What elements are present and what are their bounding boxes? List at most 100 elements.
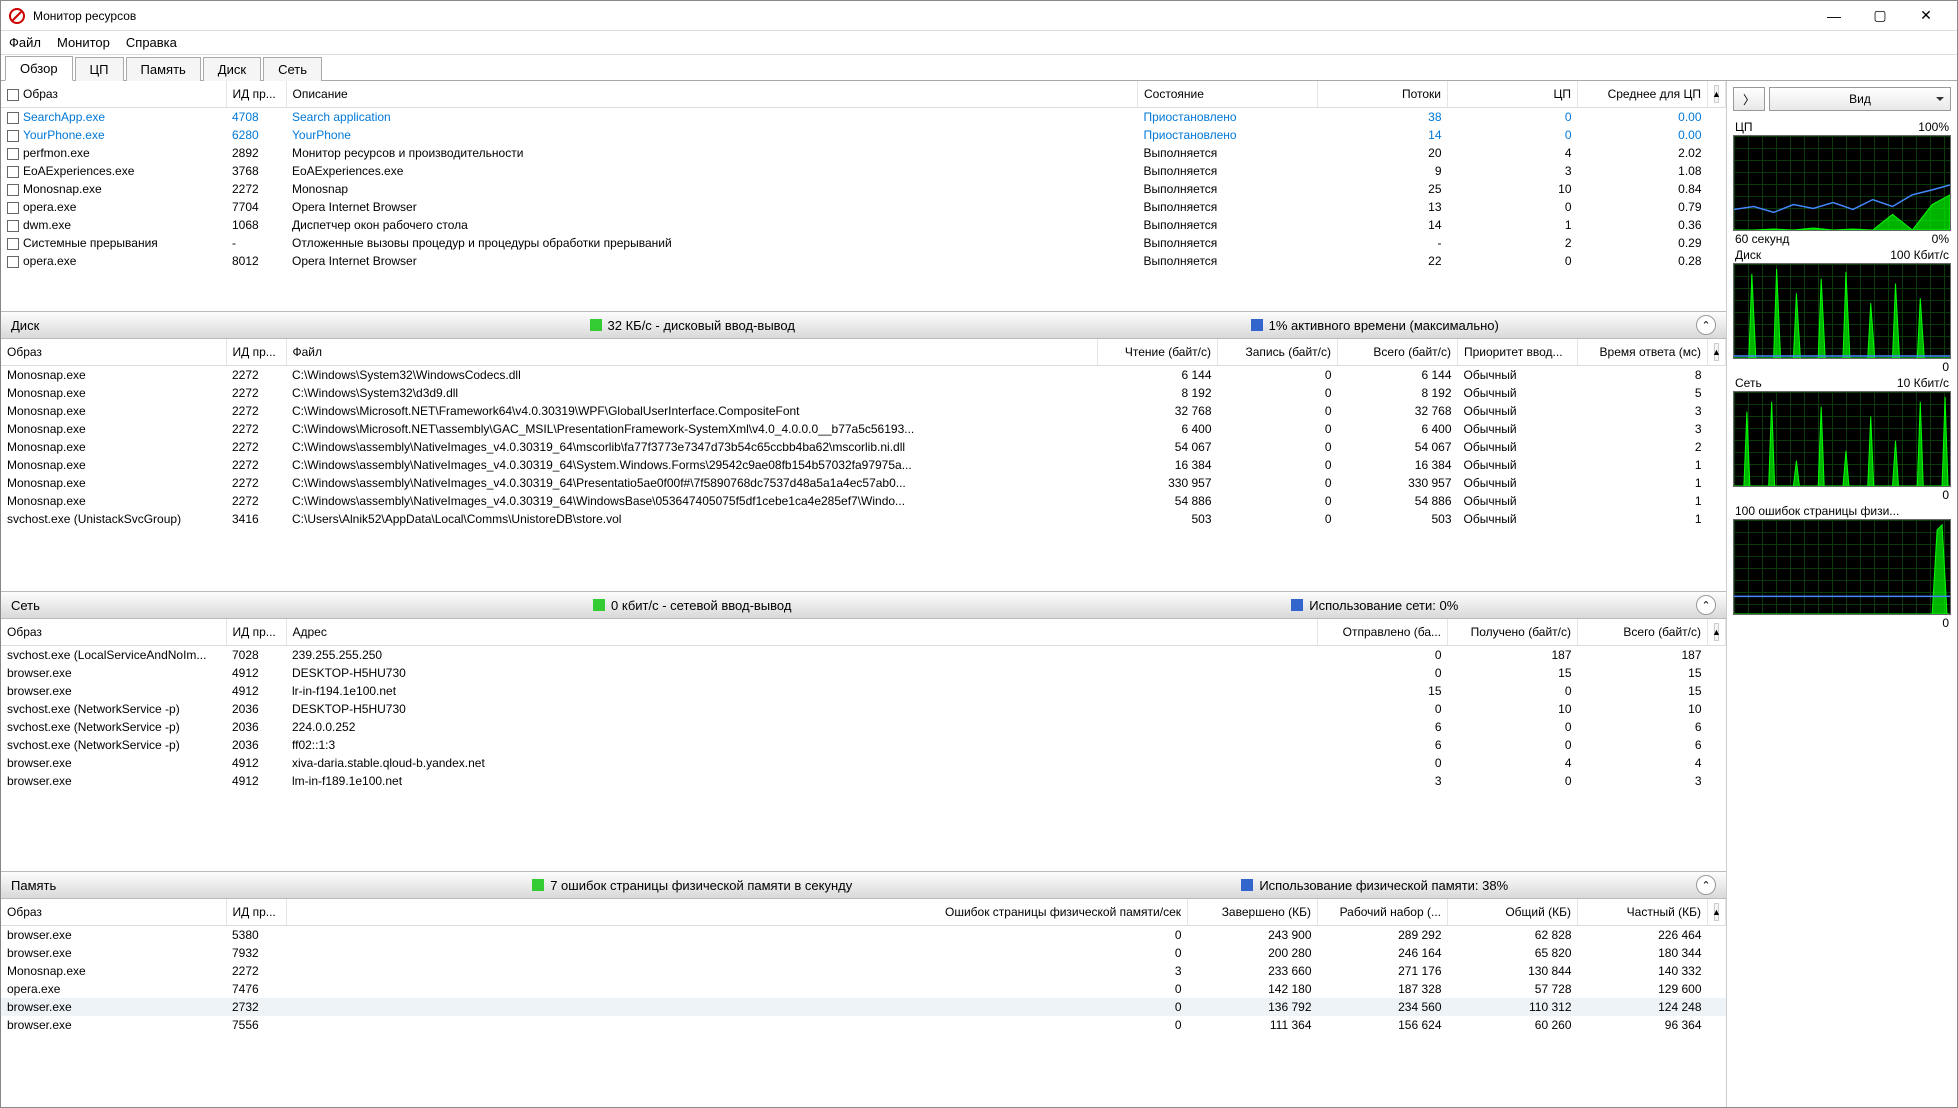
scroll-up-icon[interactable]: ▲ xyxy=(1714,85,1719,103)
col-pid[interactable]: ИД пр... xyxy=(226,899,286,926)
table-row[interactable]: browser.exe4912DESKTOP-H5HU73001515 xyxy=(1,664,1726,682)
col-desc[interactable]: Описание xyxy=(286,81,1138,108)
table-row[interactable]: browser.exe75560111 364156 62460 26096 3… xyxy=(1,1016,1726,1034)
table-row[interactable]: browser.exe4912lm-in-f189.1e100.net303 xyxy=(1,772,1726,790)
col-image[interactable]: Образ xyxy=(1,339,226,366)
scroll-up-icon[interactable]: ▲ xyxy=(1714,343,1719,361)
table-row[interactable]: Monosnap.exe2272C:\Windows\assembly\Nati… xyxy=(1,474,1726,492)
table-row[interactable]: Monosnap.exe2272C:\Windows\System32\Wind… xyxy=(1,366,1726,385)
col-read[interactable]: Чтение (байт/с) xyxy=(1098,339,1218,366)
table-row[interactable]: Monosnap.exe2272MonosnapВыполняется25100… xyxy=(1,180,1726,198)
maximize-button[interactable]: ▢ xyxy=(1857,1,1903,31)
table-row[interactable]: Monosnap.exe2272C:\Windows\assembly\Nati… xyxy=(1,492,1726,510)
col-private[interactable]: Частный (КБ) xyxy=(1578,899,1708,926)
col-commit[interactable]: Завершено (КБ) xyxy=(1188,899,1318,926)
collapse-icon[interactable]: ⌃ xyxy=(1696,875,1716,895)
table-row[interactable]: svchost.exe (UnistackSvcGroup)3416C:\Use… xyxy=(1,510,1726,528)
checkbox-all[interactable] xyxy=(7,89,19,101)
tab-cpu[interactable]: ЦП xyxy=(75,57,124,81)
table-row[interactable]: Monosnap.exe2272C:\Windows\assembly\Nati… xyxy=(1,456,1726,474)
collapse-icon[interactable]: ⌃ xyxy=(1696,595,1716,615)
minimize-button[interactable]: — xyxy=(1811,1,1857,31)
cpu-header-row[interactable]: Образ ИД пр... Описание Состояние Потоки… xyxy=(1,81,1726,108)
col-pid[interactable]: ИД пр... xyxy=(226,339,286,366)
table-row[interactable]: EoAExperiences.exe3768EoAExperiences.exe… xyxy=(1,162,1726,180)
menu-help[interactable]: Справка xyxy=(126,35,177,50)
network-grid[interactable]: Образ ИД пр... Адрес Отправлено (ба... П… xyxy=(1,619,1726,871)
col-file[interactable]: Файл xyxy=(286,339,1098,366)
col-image[interactable]: Образ xyxy=(23,87,58,101)
table-row[interactable]: svchost.exe (LocalServiceAndNoIm...70282… xyxy=(1,646,1726,665)
expand-sidebar-button[interactable]: 〉 xyxy=(1733,87,1765,111)
table-row[interactable]: svchost.exe (NetworkService -p)2036ff02:… xyxy=(1,736,1726,754)
col-resp[interactable]: Время ответа (мс) xyxy=(1578,339,1708,366)
col-pid[interactable]: ИД пр... xyxy=(226,619,286,646)
titlebar[interactable]: Монитор ресурсов — ▢ ✕ xyxy=(1,1,1957,31)
col-cpu[interactable]: ЦП xyxy=(1448,81,1578,108)
mem-header-row[interactable]: Образ ИД пр... Ошибок страницы физическо… xyxy=(1,899,1726,926)
col-status[interactable]: Состояние xyxy=(1138,81,1318,108)
net-header-row[interactable]: Образ ИД пр... Адрес Отправлено (ба... П… xyxy=(1,619,1726,646)
table-row[interactable]: Monosnap.exe2272C:\Windows\assembly\Nati… xyxy=(1,438,1726,456)
row-checkbox[interactable] xyxy=(7,184,19,196)
col-image[interactable]: Образ xyxy=(1,899,226,926)
table-row[interactable]: Monosnap.exe22723233 660271 176130 84414… xyxy=(1,962,1726,980)
table-row[interactable]: opera.exe8012Opera Internet BrowserВыпол… xyxy=(1,252,1726,270)
table-row[interactable]: Monosnap.exe2272C:\Windows\Microsoft.NET… xyxy=(1,402,1726,420)
col-write[interactable]: Запись (байт/с) xyxy=(1218,339,1338,366)
tab-network[interactable]: Сеть xyxy=(263,57,322,81)
row-checkbox[interactable] xyxy=(7,112,19,124)
menu-file[interactable]: Файл xyxy=(9,35,41,50)
menu-monitor[interactable]: Монитор xyxy=(57,35,110,50)
tab-memory[interactable]: Память xyxy=(126,57,201,81)
row-checkbox[interactable] xyxy=(7,256,19,268)
table-row[interactable]: browser.exe4912lr-in-f194.1e100.net15015 xyxy=(1,682,1726,700)
col-pid[interactable]: ИД пр... xyxy=(226,81,286,108)
col-faults[interactable]: Ошибок страницы физической памяти/сек xyxy=(286,899,1188,926)
table-row[interactable]: opera.exe7704Opera Internet BrowserВыпол… xyxy=(1,198,1726,216)
table-row[interactable]: browser.exe79320200 280246 16465 820180 … xyxy=(1,944,1726,962)
table-row[interactable]: perfmon.exe2892Монитор ресурсов и произв… xyxy=(1,144,1726,162)
row-checkbox[interactable] xyxy=(7,130,19,142)
cpu-grid[interactable]: Образ ИД пр... Описание Состояние Потоки… xyxy=(1,81,1726,311)
col-avgcpu[interactable]: Среднее для ЦП xyxy=(1578,81,1708,108)
col-addr[interactable]: Адрес xyxy=(286,619,1318,646)
table-row[interactable]: browser.exe53800243 900289 29262 828226 … xyxy=(1,926,1726,945)
table-row[interactable]: Monosnap.exe2272C:\Windows\Microsoft.NET… xyxy=(1,420,1726,438)
scroll-up-icon[interactable]: ▲ xyxy=(1714,623,1719,641)
col-image[interactable]: Образ xyxy=(1,619,226,646)
scroll-up-icon[interactable]: ▲ xyxy=(1714,903,1719,921)
row-checkbox[interactable] xyxy=(7,238,19,250)
disk-header-row[interactable]: Образ ИД пр... Файл Чтение (байт/с) Запи… xyxy=(1,339,1726,366)
table-row[interactable]: Monosnap.exe2272C:\Windows\System32\d3d9… xyxy=(1,384,1726,402)
row-checkbox[interactable] xyxy=(7,202,19,214)
close-button[interactable]: ✕ xyxy=(1903,1,1949,31)
memory-section-header[interactable]: Память 7 ошибок страницы физической памя… xyxy=(1,871,1726,899)
table-row[interactable]: YourPhone.exe6280YourPhoneПриостановлено… xyxy=(1,126,1726,144)
col-threads[interactable]: Потоки xyxy=(1318,81,1448,108)
tab-disk[interactable]: Диск xyxy=(203,57,261,81)
row-checkbox[interactable] xyxy=(7,220,19,232)
table-row[interactable]: Системные прерывания-Отложенные вызовы п… xyxy=(1,234,1726,252)
table-row[interactable]: opera.exe74760142 180187 32857 728129 60… xyxy=(1,980,1726,998)
table-row[interactable]: svchost.exe (NetworkService -p)2036224.0… xyxy=(1,718,1726,736)
row-checkbox[interactable] xyxy=(7,148,19,160)
col-sent[interactable]: Отправлено (ба... xyxy=(1318,619,1448,646)
tab-overview[interactable]: Обзор xyxy=(5,56,73,81)
col-total[interactable]: Всего (байт/с) xyxy=(1338,339,1458,366)
network-section-header[interactable]: Сеть 0 кбит/с - сетевой ввод-вывод Испол… xyxy=(1,591,1726,619)
col-ws[interactable]: Рабочий набор (... xyxy=(1318,899,1448,926)
view-dropdown[interactable]: Вид xyxy=(1769,87,1951,111)
table-row[interactable]: browser.exe27320136 792234 560110 312124… xyxy=(1,998,1726,1016)
row-checkbox[interactable] xyxy=(7,166,19,178)
table-row[interactable]: dwm.exe1068Диспетчер окон рабочего стола… xyxy=(1,216,1726,234)
table-row[interactable]: SearchApp.exe4708Search applicationПриос… xyxy=(1,108,1726,127)
col-total[interactable]: Всего (байт/с) xyxy=(1578,619,1708,646)
memory-grid[interactable]: Образ ИД пр... Ошибок страницы физическо… xyxy=(1,899,1726,1107)
collapse-icon[interactable]: ⌃ xyxy=(1696,315,1716,335)
disk-section-header[interactable]: Диск 32 КБ/с - дисковый ввод-вывод 1% ак… xyxy=(1,311,1726,339)
col-share[interactable]: Общий (КБ) xyxy=(1448,899,1578,926)
disk-grid[interactable]: Образ ИД пр... Файл Чтение (байт/с) Запи… xyxy=(1,339,1726,591)
col-recv[interactable]: Получено (байт/с) xyxy=(1448,619,1578,646)
col-priority[interactable]: Приоритет ввод... xyxy=(1458,339,1578,366)
